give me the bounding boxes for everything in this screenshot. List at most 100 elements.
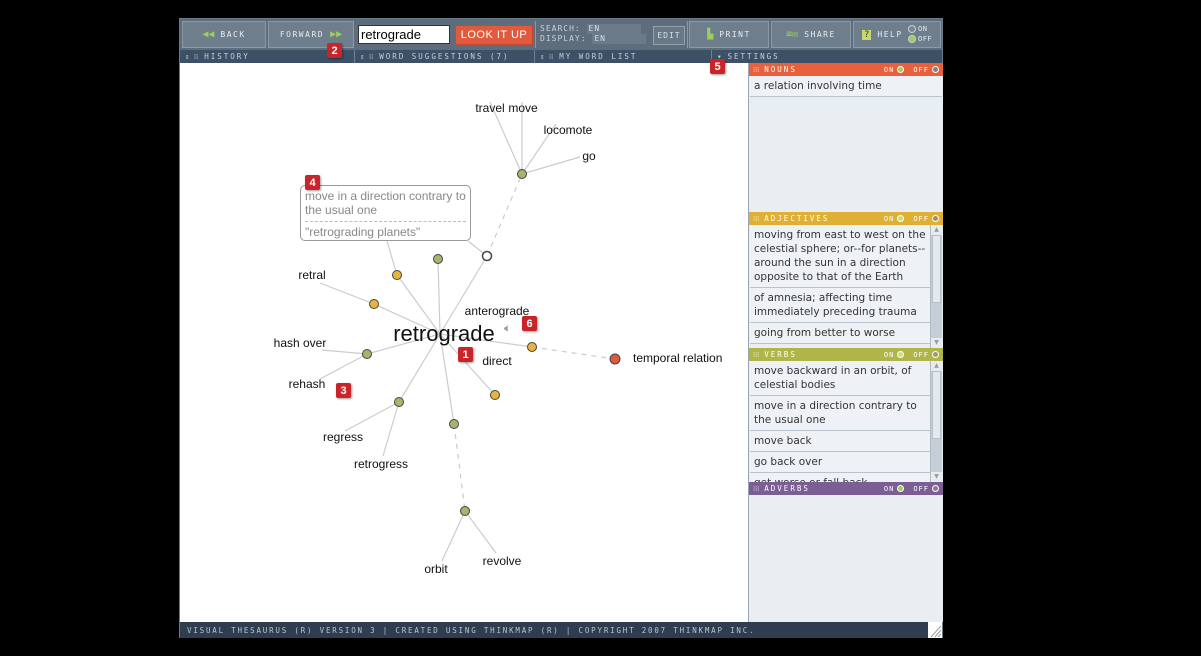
word-label[interactable]: regress: [323, 430, 363, 444]
toggle-on-icon[interactable]: [897, 66, 905, 73]
word-label[interactable]: go: [582, 149, 596, 163]
adverbs-on-label[interactable]: ON: [884, 485, 894, 493]
callout-badge-3: 3: [336, 383, 351, 398]
word-label[interactable]: direct: [482, 354, 512, 368]
word-label[interactable]: revolve: [483, 554, 522, 568]
verbs-definition-item[interactable]: go back over: [750, 452, 930, 473]
graph-link-dashed: [486, 173, 523, 257]
adverbs-header[interactable]: ⁞⁞⁞ ADVERBS ON OFF: [749, 482, 943, 495]
look-it-up-button[interactable]: LOOK IT UP: [455, 25, 533, 45]
graph-node[interactable]: [517, 169, 527, 179]
graph-node[interactable]: [362, 349, 372, 359]
my-word-list-tab[interactable]: ⇕ ⁞⁞ MY WORD LIST: [535, 50, 712, 63]
word-label[interactable]: hash over: [274, 336, 327, 350]
adjectives-definition-item[interactable]: moving from east to west on the celestia…: [750, 225, 930, 288]
help-on-label: ON: [918, 25, 928, 33]
adjectives-header[interactable]: ⁞⁞⁞ ADJECTIVES ON OFF: [749, 212, 943, 225]
word-label[interactable]: retrogress: [354, 457, 408, 471]
verbs-definition-item[interactable]: get worse or fall back: [750, 473, 930, 482]
help-off-option[interactable]: OFF: [908, 34, 932, 44]
toggle-off-icon[interactable]: [932, 66, 939, 73]
history-label: HISTORY: [204, 52, 250, 61]
adjectives-on-label[interactable]: ON: [884, 215, 894, 223]
sort-grip-icon: ⇕ ⁞⁞: [360, 52, 374, 61]
resize-grip-icon: [930, 625, 942, 638]
language-readout: SEARCH: EN DISPLAY: EN: [540, 24, 647, 44]
help-on-option[interactable]: ON: [908, 24, 932, 34]
scroll-up-icon[interactable]: ▲: [931, 361, 942, 371]
word-label[interactable]: rehash: [289, 377, 326, 391]
word-suggestions-tab[interactable]: ⇕ ⁞⁞ WORD SUGGESTIONS (7): [355, 50, 535, 63]
graph-node[interactable]: [527, 342, 537, 352]
toggle-on-icon[interactable]: [897, 351, 905, 358]
adjectives-definition-item[interactable]: going from better to worse: [750, 323, 930, 344]
nouns-on-label[interactable]: ON: [884, 66, 894, 74]
graph-node[interactable]: [490, 390, 500, 400]
speaker-icon[interactable]: 🔈︎: [504, 321, 511, 336]
print-icon: ▙: [707, 29, 714, 40]
scroll-thumb[interactable]: [932, 235, 941, 303]
resize-handle[interactable]: [928, 622, 942, 638]
toggle-off-icon[interactable]: [932, 215, 939, 222]
adverbs-definitions: [750, 495, 942, 621]
back-button[interactable]: ◀◀ BACK: [182, 21, 266, 48]
graph-node[interactable]: [481, 250, 493, 262]
graph-link: [464, 510, 497, 554]
word-label[interactable]: retral: [298, 268, 325, 282]
verbs-header[interactable]: ⁞⁞⁞ VERBS ON OFF: [749, 348, 943, 361]
print-button[interactable]: ▙ PRINT: [689, 21, 769, 48]
share-button[interactable]: ≡✉ SHARE: [771, 21, 851, 48]
search-input[interactable]: [358, 25, 450, 44]
graph-node[interactable]: [609, 353, 621, 365]
word-label[interactable]: travel: [475, 101, 504, 115]
scroll-thumb[interactable]: [932, 371, 941, 439]
graph-node[interactable]: [460, 506, 470, 516]
help-off-label: OFF: [918, 35, 933, 43]
settings-tab[interactable]: ▾ SETTINGS: [712, 50, 942, 63]
sub-toolbar: ⇕ ⁞⁞ HISTORY ⇕ ⁞⁞ WORD SUGGESTIONS (7) ⇕ ⁞…: [180, 50, 942, 63]
scroll-down-icon[interactable]: ▼: [931, 338, 942, 348]
verbs-definition-item[interactable]: move back: [750, 431, 930, 452]
verbs-definition-item[interactable]: move in a direction contrary to the usua…: [750, 396, 930, 431]
word-graph: travel move locomote go retral hash over rehas…: [274, 101, 723, 576]
graph-link: [386, 240, 398, 276]
graph-node[interactable]: [369, 299, 379, 309]
word-label[interactable]: temporal relation: [633, 351, 722, 365]
verbs-definition-item[interactable]: move backward in an orbit, of celestial …: [750, 361, 930, 396]
verbs-scrollbar[interactable]: ▲ ▼: [930, 361, 942, 482]
word-label[interactable]: orbit: [424, 562, 448, 576]
nouns-header[interactable]: ⁞⁞⁞ NOUNS ON OFF: [749, 63, 943, 76]
toggle-on-icon[interactable]: [897, 485, 905, 492]
back-arrow-icon: ◀◀: [202, 29, 215, 40]
graph-link: [319, 353, 368, 380]
verbs-off-label[interactable]: OFF: [913, 351, 929, 359]
edit-language-button[interactable]: EDIT: [653, 26, 685, 45]
graph-node[interactable]: [394, 397, 404, 407]
adjectives-definitions: moving from east to west on the celestia…: [750, 225, 942, 348]
toggle-off-icon[interactable]: [932, 485, 939, 492]
verbs-title: VERBS: [764, 350, 797, 359]
toggle-on-icon[interactable]: [897, 215, 905, 222]
graph-node[interactable]: [392, 270, 402, 280]
graph-node[interactable]: [433, 254, 443, 264]
nouns-off-label[interactable]: OFF: [913, 66, 929, 74]
adjectives-scrollbar[interactable]: ▲ ▼: [930, 225, 942, 348]
help-question-icon: ?: [862, 29, 872, 40]
tooltip-example: "retrograding planets": [305, 225, 421, 239]
word-label[interactable]: locomote: [544, 123, 593, 137]
adjectives-definition-item[interactable]: of amnesia; affecting time immediately p…: [750, 288, 930, 323]
adjectives-off-label[interactable]: OFF: [913, 215, 929, 223]
graph-node[interactable]: [449, 419, 459, 429]
scroll-up-icon[interactable]: ▲: [931, 225, 942, 235]
my-word-list-label: MY WORD LIST: [559, 52, 638, 61]
word-label[interactable]: anterograde: [465, 304, 530, 318]
forward-arrow-icon: ▶▶: [330, 29, 343, 40]
word-label[interactable]: move: [508, 101, 538, 115]
center-word[interactable]: retrograde: [393, 321, 495, 346]
adverbs-off-label[interactable]: OFF: [913, 485, 929, 493]
verbs-on-label[interactable]: ON: [884, 351, 894, 359]
toggle-off-icon[interactable]: [932, 351, 939, 358]
scroll-down-icon[interactable]: ▼: [931, 472, 942, 482]
word-map-canvas[interactable]: travel move locomote go retral hash over rehas…: [180, 63, 748, 622]
nouns-definition-item[interactable]: a relation involving time: [750, 76, 942, 97]
